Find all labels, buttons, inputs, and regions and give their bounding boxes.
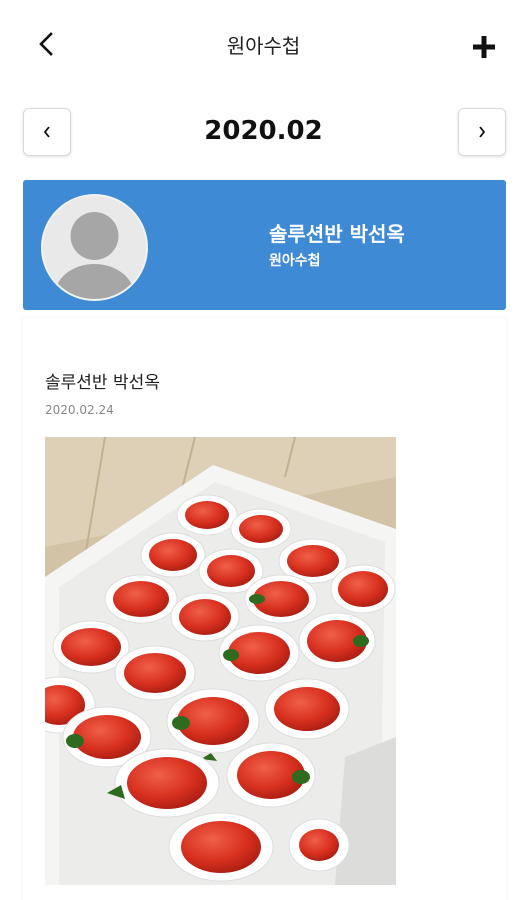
- post-author: 솔루션반 박선옥: [45, 373, 160, 393]
- post-date: 2020.02.24: [45, 403, 114, 417]
- page-title: 원아수첩: [226, 34, 301, 58]
- top-bar: 원아수첩: [0, 0, 527, 90]
- chevron-right-icon: [479, 126, 486, 138]
- post-photo[interactable]: [45, 437, 396, 885]
- profile-banner: 솔루션반 박선옥 원아수첩: [23, 180, 506, 310]
- avatar: [41, 194, 148, 301]
- app-screen: 원아수첩 2020.02 솔루션반 박선옥 원아수첩 솔루션반 박선옥 2020…: [0, 0, 527, 900]
- strawberry-box-image: [45, 437, 396, 885]
- add-button[interactable]: [469, 32, 499, 62]
- default-avatar-icon: [43, 196, 146, 299]
- plus-icon: [473, 36, 495, 58]
- next-month-button[interactable]: [458, 108, 506, 156]
- profile-name: 솔루션반 박선옥: [269, 222, 405, 246]
- month-navigator: 2020.02: [0, 108, 527, 158]
- profile-subtitle: 원아수첩: [269, 253, 321, 269]
- post-card[interactable]: 솔루션반 박선옥 2020.02.24: [23, 318, 506, 900]
- current-month-label: 2020.02: [204, 116, 323, 146]
